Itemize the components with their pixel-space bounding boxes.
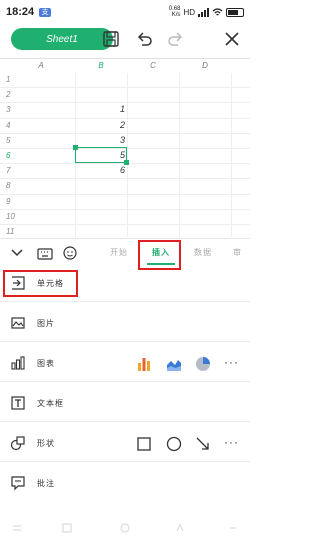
nav-icon[interactable]	[12, 523, 22, 533]
row-number: 5	[6, 135, 11, 145]
top-toolbar: Sheet1	[0, 24, 250, 58]
nav-icon[interactable]	[62, 523, 72, 533]
table-row[interactable]: 76	[0, 164, 250, 180]
undo-icon[interactable]	[134, 29, 154, 49]
emoji-icon[interactable]	[61, 244, 79, 262]
insert-picture-item[interactable]: 图片	[0, 307, 250, 341]
table-row[interactable]: 10	[0, 210, 250, 225]
sheet-name-button[interactable]: Sheet1	[11, 28, 113, 50]
battery-icon	[226, 7, 244, 17]
tab-data[interactable]: 数据	[194, 247, 212, 258]
row-number: 7	[6, 166, 11, 176]
table-row[interactable]: 1	[0, 73, 250, 89]
circle-shape-icon[interactable]	[166, 436, 182, 452]
row-number: 11	[6, 227, 15, 236]
more-charts-button[interactable]: ···	[224, 355, 239, 369]
cell-b[interactable]: 2	[75, 120, 127, 130]
row-number: 3	[6, 105, 11, 115]
highlight-insert-cell	[3, 270, 78, 297]
hd-icon: HD	[183, 7, 195, 17]
ribbon-tabs: 开始 插入 数据 审	[0, 238, 250, 266]
insert-textbox-item[interactable]: 文本框	[0, 387, 250, 421]
cell-selection[interactable]	[75, 147, 127, 163]
insert-comment-item[interactable]: 批注	[0, 467, 250, 501]
textbox-icon	[11, 396, 25, 410]
selection-handle-end[interactable]	[124, 160, 129, 165]
divider	[0, 341, 250, 342]
arrow-shape-icon[interactable]	[195, 436, 211, 452]
redo-icon[interactable]	[166, 29, 186, 49]
nav-icon[interactable]	[228, 523, 238, 533]
bar-chart-icon[interactable]	[136, 356, 152, 372]
tab-review[interactable]: 审	[233, 247, 242, 258]
column-headers: A B C D	[0, 59, 250, 73]
cell-b[interactable]: 3	[75, 135, 127, 145]
insert-chart-item[interactable]: 图表 ···	[0, 347, 250, 381]
cell-b[interactable]: 6	[75, 165, 127, 175]
row-number: 4	[6, 120, 11, 130]
divider	[0, 461, 250, 462]
column-header-a[interactable]: A	[15, 61, 67, 70]
spreadsheet-grid[interactable]: A B C D 1 2 31 42 53 65 76 8 9 10 11	[0, 58, 250, 241]
tab-start[interactable]: 开始	[110, 247, 128, 258]
area-chart-icon[interactable]	[166, 356, 182, 372]
picture-icon	[11, 317, 25, 329]
table-row[interactable]: 31	[0, 103, 250, 119]
column-header-d[interactable]: D	[179, 61, 231, 70]
wifi-icon	[212, 7, 223, 15]
insert-picture-label: 图片	[37, 319, 55, 328]
insert-shape-item[interactable]: 形状 ···	[0, 427, 250, 461]
table-row[interactable]: 42	[0, 119, 250, 134]
row-number: 10	[6, 211, 15, 221]
nav-icon[interactable]	[175, 523, 185, 533]
selection-handle-start[interactable]	[73, 145, 78, 150]
insert-shape-label: 形状	[37, 439, 55, 448]
shape-icon	[10, 436, 25, 451]
insert-chart-label: 图表	[37, 359, 55, 368]
chart-icon	[11, 356, 25, 370]
table-row[interactable]: 2	[0, 88, 250, 104]
status-bar: 18:24 支 0.68 K/s HD	[0, 0, 250, 24]
pie-chart-icon[interactable]	[195, 356, 211, 372]
row-number: 2	[6, 90, 11, 100]
more-shapes-button[interactable]: ···	[224, 435, 239, 449]
column-header-b[interactable]: B	[75, 61, 127, 70]
row-number: 8	[6, 181, 11, 191]
divider	[0, 381, 250, 382]
table-row[interactable]: 9	[0, 195, 250, 210]
network-speed: 0.68 K/s	[168, 6, 181, 18]
row-number: 6	[6, 151, 11, 160]
cell-b[interactable]: 1	[75, 104, 127, 114]
status-time: 18:24	[6, 6, 35, 18]
highlight-insert-tab	[138, 240, 181, 270]
status-right: 0.68 K/s HD	[169, 0, 244, 24]
keyboard-icon[interactable]	[36, 244, 54, 262]
close-icon[interactable]	[222, 29, 242, 49]
table-row[interactable]: 8	[0, 179, 250, 195]
app-notification-icon: 支	[39, 7, 52, 17]
divider	[0, 301, 250, 302]
insert-textbox-label: 文本框	[37, 399, 64, 408]
insert-comment-label: 批注	[37, 479, 55, 488]
square-shape-icon[interactable]	[136, 436, 152, 452]
row-number: 9	[6, 196, 11, 206]
divider	[0, 421, 250, 422]
save-icon[interactable]	[101, 29, 121, 49]
collapse-chevron-icon[interactable]	[8, 244, 26, 262]
column-header-c[interactable]: C	[127, 61, 179, 70]
nav-icon[interactable]	[120, 523, 130, 533]
signal-icon	[198, 7, 209, 17]
comment-icon	[11, 476, 25, 491]
row-number: 1	[6, 75, 11, 84]
bottom-navigation	[0, 516, 250, 542]
